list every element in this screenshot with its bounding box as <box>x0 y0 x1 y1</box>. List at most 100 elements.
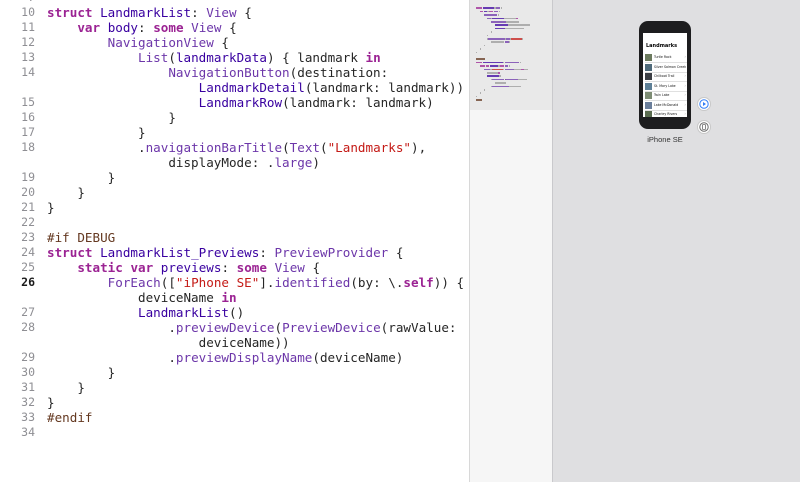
code-text: struct LandmarkList_Previews: PreviewPro… <box>47 245 403 260</box>
code-token: #if DEBUG <box>47 230 116 245</box>
minimap[interactable] <box>470 0 552 482</box>
minimap-code-mark <box>491 41 505 43</box>
iphone-se-device-frame: Landmarks Turtle Rock › Silver Salmon Cree… <box>639 21 691 129</box>
line-number: 12 <box>21 35 35 49</box>
minimap-code-mark <box>509 85 521 88</box>
preview-canvas[interactable]: Landmarks Turtle Rock › Silver Salmon Cree… <box>552 0 800 482</box>
landmark-row[interactable]: St. Mary Lake › <box>645 82 687 92</box>
minimap-code-mark <box>476 7 482 9</box>
code-token: PreviewDevice <box>282 320 381 335</box>
code-token: (destination: <box>289 65 389 80</box>
minimap-code-mark <box>500 7 502 9</box>
code-token: previewDisplayName <box>175 350 313 365</box>
code-token: body <box>107 20 139 35</box>
line-number: 22 <box>21 215 35 229</box>
code-token: LandmarkList <box>138 305 229 320</box>
landmark-name: Twin Lake <box>654 93 670 97</box>
line-number: 29 <box>21 350 35 364</box>
code-token: (landmark: landmark)) { <box>304 80 469 95</box>
code-token: deviceName)) <box>47 335 290 350</box>
line-number: 19 <box>21 170 35 184</box>
minimap-code-mark <box>494 10 498 13</box>
code-text: LandmarkDetail(landmark: landmark)) { <box>47 80 469 95</box>
landmark-row[interactable]: Silver Salmon Creek › <box>645 63 687 73</box>
code-token: . <box>47 320 176 335</box>
live-preview-button[interactable] <box>697 97 711 111</box>
preview-on-device-button[interactable] <box>697 120 711 134</box>
minimap-code-mark <box>487 72 498 74</box>
minimap-code-mark <box>483 14 497 16</box>
line-number: 16 <box>21 110 35 124</box>
code-text: displayMode: .large) <box>47 155 320 170</box>
minimap-code-mark <box>479 10 483 13</box>
landmark-row[interactable]: Turtle Rock › <box>645 53 687 63</box>
code-token: some <box>236 260 267 275</box>
minimap-code-mark <box>492 68 503 71</box>
code-token: )) { <box>433 275 465 290</box>
minimap-code-mark <box>491 21 507 23</box>
code-token: #endif <box>47 410 93 425</box>
device-screen[interactable]: Landmarks Turtle Rock › Silver Salmon Cree… <box>643 33 687 117</box>
minimap-code-mark <box>488 38 506 40</box>
code-token: previewDevice <box>175 320 275 335</box>
minimap-code-mark <box>495 24 509 26</box>
code-token: LandmarkRow <box>198 95 283 110</box>
code-token: } <box>47 125 146 140</box>
minimap-viewport[interactable] <box>470 0 552 110</box>
minimap-code-mark <box>504 61 519 64</box>
code-token: navigationBarTitle <box>145 140 283 155</box>
code-token: . <box>47 350 176 365</box>
minimap-code-mark <box>482 61 503 64</box>
source-editor[interactable]: 710struct LandmarkList: View {11 var bod… <box>0 0 469 482</box>
code-text: } <box>47 185 85 200</box>
minimap-code-mark <box>492 17 504 20</box>
code-token: var <box>130 260 154 275</box>
landmark-row[interactable]: Chilkoot Trail › <box>645 72 687 82</box>
line-number: 21 <box>21 200 35 214</box>
code-token: ( <box>168 50 176 65</box>
landmark-thumbnail <box>645 73 652 80</box>
code-token: View <box>191 20 222 35</box>
minimap-code-mark <box>504 65 509 67</box>
code-token: ) <box>312 155 320 170</box>
code-token: (landmark: landmark) <box>282 95 434 110</box>
minimap-code-mark <box>495 27 506 30</box>
code-text: } <box>47 380 85 395</box>
code-token: ([ <box>160 275 176 290</box>
landmark-row[interactable]: Twin Lake › <box>645 91 687 101</box>
minimap-code-mark <box>492 85 510 88</box>
chevron-right-icon: › <box>684 111 686 116</box>
minimap-code-mark <box>497 14 499 16</box>
landmark-row[interactable]: Charley Rivers › <box>645 110 687 117</box>
code-token: NavigationView <box>107 35 214 50</box>
code-text: } <box>47 110 176 125</box>
landmark-row[interactable]: Lake McDonald › <box>645 101 687 111</box>
code-token: ) { landmark <box>266 50 366 65</box>
code-text: } <box>47 200 55 215</box>
code-token: NavigationButton <box>168 65 290 80</box>
line-number: 25 <box>21 260 35 274</box>
code-token: : <box>191 5 207 20</box>
chevron-right-icon: › <box>684 82 686 88</box>
minimap-code-mark <box>476 51 477 54</box>
chevron-right-icon: › <box>684 63 686 69</box>
code-text: deviceName)) <box>47 335 290 350</box>
code-text: NavigationView { <box>47 35 229 50</box>
minimap-code-mark <box>497 72 500 74</box>
code-token: Text <box>289 140 320 155</box>
code-token: var <box>77 20 101 35</box>
code-token: ( <box>282 140 290 155</box>
code-token: { <box>213 35 229 50</box>
line-number: 32 <box>21 395 35 409</box>
code-token: { <box>304 260 321 275</box>
